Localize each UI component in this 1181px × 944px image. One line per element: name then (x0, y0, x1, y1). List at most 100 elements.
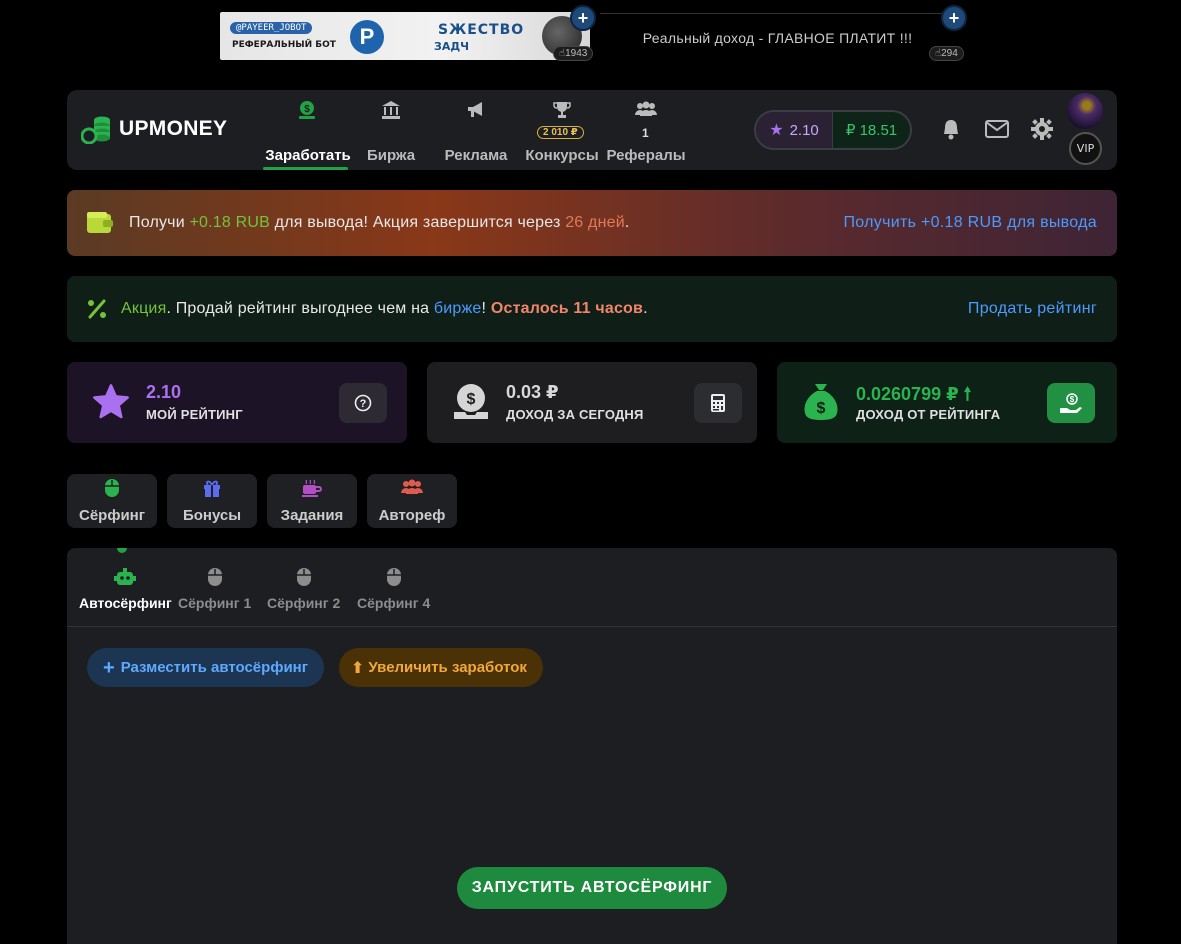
bell-icon[interactable] (941, 118, 961, 140)
bank-icon (382, 101, 400, 119)
sell-rating-link[interactable]: Продать рейтинг (968, 300, 1097, 318)
rating-sale-text: Акция. Продай рейтинг выгоднее чем на би… (121, 300, 648, 317)
star-icon: ★ (769, 122, 784, 139)
nav-ads-label: Реклама (444, 147, 508, 164)
subtab-autosurfing[interactable]: Автосёрфинг (79, 568, 172, 611)
top-header: UPMONEY $ Заработать Биржа Реклама 2 010… (67, 90, 1117, 170)
percent-icon (88, 299, 106, 319)
megaphone-icon (468, 102, 482, 117)
balance-widget[interactable]: ★ 2.10 ₽ 18.51 (754, 110, 912, 150)
ad-add-button-2[interactable]: + (941, 5, 967, 31)
time-left: Осталось 11 часов (490, 300, 644, 317)
svg-text:$: $ (817, 400, 826, 417)
money-balance[interactable]: ₽ 18.51 (832, 112, 910, 148)
gear-icon[interactable] (1031, 118, 1053, 140)
subtab-surfing-1[interactable]: Сёрфинг 1 (178, 568, 251, 611)
surfing-panel: Автосёрфинг Сёрфинг 1 Сёрфинг 2 Сёрфинг … (67, 548, 1117, 944)
increase-earnings-button[interactable]: ⬆ Увеличить заработок (339, 648, 543, 687)
calculator-icon (711, 394, 725, 412)
ad-add-button[interactable]: + (570, 5, 596, 31)
star-icon (93, 384, 129, 419)
question-icon: ? (354, 394, 372, 412)
vip-badge[interactable]: VIP (1069, 132, 1102, 165)
avatar[interactable] (1067, 93, 1103, 129)
robot-icon (114, 568, 137, 585)
nav-ads[interactable]: Реклама (445, 90, 507, 170)
category-surfing[interactable]: Сёрфинг (67, 474, 157, 528)
nav-earn[interactable]: $ Заработать (263, 90, 353, 170)
money-sack-icon: $ (804, 384, 838, 420)
rating-income-label: ДОХОД ОТ РЕЙТИНГА (856, 407, 1001, 422)
nav-earn-label: Заработать (265, 147, 351, 164)
today-income-value: 0.03 ₽ (506, 382, 559, 402)
svg-text:$: $ (304, 104, 310, 115)
ad-banner-image[interactable]: @PAYEER_JOBOT РЕФЕРАЛЬНЫЙ БОТ P SЖЕСТВО … (220, 12, 590, 60)
svg-text:$: $ (467, 391, 476, 408)
category-autoref[interactable]: Автореф (367, 474, 457, 528)
ad-text-link[interactable]: Реальный доход - ГЛАВНОЕ ПЛАТИТ !!! (600, 13, 955, 61)
exchange-link[interactable]: бирже (434, 300, 482, 317)
ad-word-bottom: ЗАДЧ (434, 40, 470, 53)
nav-active-indicator (263, 167, 348, 170)
place-autosurfing-button[interactable]: + Разместить автосёрфинг (87, 648, 324, 687)
nav-referrals-label: Рефералы (606, 147, 686, 164)
category-surfing-label: Сёрфинг (79, 507, 145, 524)
ad-click-count-2: ☝294 (929, 46, 964, 61)
mouse-icon (386, 568, 401, 586)
category-tasks[interactable]: Задания (267, 474, 357, 528)
ad-bot-subtitle: РЕФЕРАЛЬНЫЙ БОТ (232, 40, 336, 50)
arrow-up-icon: 🠕 (963, 384, 972, 404)
category-bonuses[interactable]: Бонусы (167, 474, 257, 528)
bonus-promo-text: Получи +0.18 RUB для вывода! Акция завер… (129, 214, 630, 231)
subtab-surfing-4[interactable]: Сёрфинг 4 (357, 568, 430, 611)
bonus-amount: +0.18 RUB (189, 214, 271, 231)
category-bonuses-label: Бонусы (182, 507, 242, 524)
nav-contests-label: Конкурсы (525, 147, 599, 164)
subtab-surfing-4-label: Сёрфинг 4 (357, 595, 431, 611)
arrow-up-icon: ⬆ (351, 659, 365, 677)
subtab-autosurfing-label: Автосёрфинг (79, 595, 172, 611)
plus-icon: + (103, 656, 115, 679)
contest-prize-badge: 2 010 ₽ (537, 126, 584, 139)
mouse-icon (296, 568, 311, 586)
money-icon: $ (299, 101, 315, 119)
nav-exchange[interactable]: Биржа (367, 90, 415, 170)
rating-value: 2.10 (789, 121, 819, 139)
start-autosurfing-button[interactable]: ЗАПУСТИТЬ АВТОСЁРФИНГ (457, 867, 727, 909)
rating-label: МОЙ РЕЙТИНГ (146, 407, 243, 422)
mouse-icon (105, 479, 119, 497)
referral-count: 1 (642, 126, 649, 140)
money-bag-icon: $ (454, 384, 488, 419)
nav-contests[interactable]: 2 010 ₽ Конкурсы (525, 90, 599, 170)
ad-click-count: ☝1943 (553, 46, 594, 61)
rating-help-button[interactable]: ? (339, 383, 387, 423)
coffee-icon (302, 479, 322, 497)
active-category-indicator (117, 548, 127, 553)
coin-stack-icon (81, 116, 110, 144)
category-tasks-label: Задания (280, 507, 344, 524)
nav-referrals[interactable]: 1 Рефералы (606, 90, 686, 170)
wallet-icon (87, 212, 113, 233)
svg-text:$: $ (1070, 395, 1075, 404)
nav-exchange-label: Биржа (366, 147, 416, 164)
today-income-card: $ 0.03 ₽ ДОХОД ЗА СЕГОДНЯ (427, 362, 757, 443)
logo-text: UPMONEY (119, 117, 228, 140)
my-rating-card: 2.10 МОЙ РЕЙТИНГ ? (67, 362, 407, 443)
subtab-surfing-2[interactable]: Сёрфинг 2 (267, 568, 340, 611)
subtab-surfing-2-label: Сёрфинг 2 (267, 595, 341, 611)
rating-balance[interactable]: ★ 2.10 (756, 112, 832, 148)
mouse-icon (207, 568, 222, 586)
get-bonus-link[interactable]: Получить +0.18 RUB для вывода (843, 214, 1097, 232)
rating-value: 2.10 (146, 382, 182, 402)
ad-bot-tag: @PAYEER_JOBOT (230, 22, 313, 34)
rating-income-card: $ 0.0260799 ₽ 🠕 ДОХОД ОТ РЕЙТИНГА $ (777, 362, 1117, 443)
subtab-surfing-1-label: Сёрфинг 1 (178, 595, 252, 611)
ad-word-top: SЖЕСТВО (438, 22, 525, 38)
withdraw-income-button[interactable]: $ (1047, 383, 1095, 423)
calculator-button[interactable] (694, 383, 742, 423)
bonus-promo-banner: Получи +0.18 RUB для вывода! Акция завер… (67, 190, 1117, 256)
logo[interactable]: UPMONEY (81, 114, 227, 144)
mail-icon[interactable] (985, 120, 1009, 138)
hand-coin-icon: $ (1060, 393, 1082, 413)
category-autoref-label: Автореф (378, 507, 446, 524)
